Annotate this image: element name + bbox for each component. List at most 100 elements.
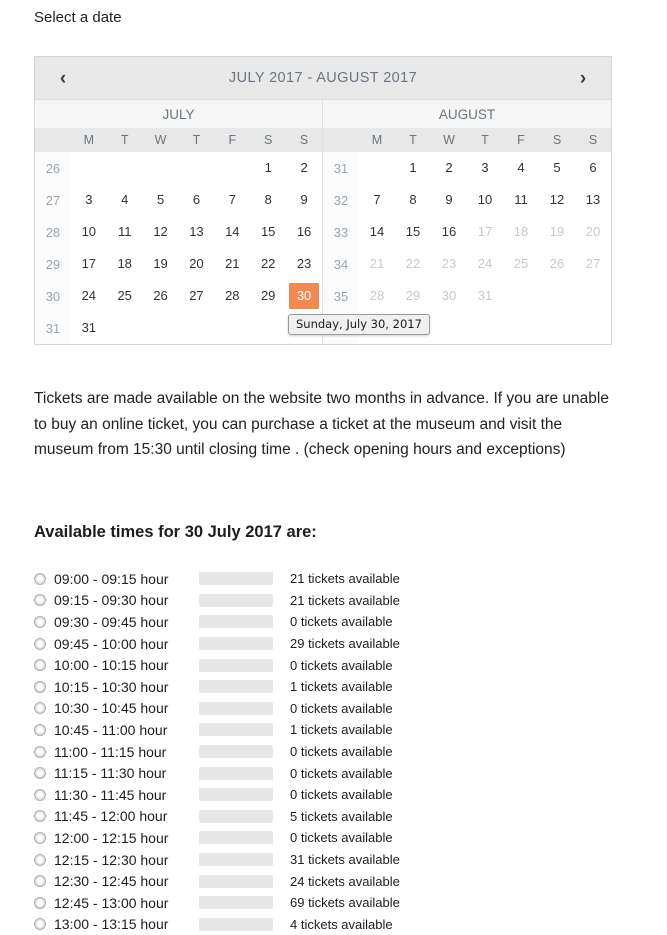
calendar-day[interactable]: 11 xyxy=(503,184,539,216)
day-label xyxy=(74,155,104,181)
timeslot-radio[interactable] xyxy=(34,681,46,693)
timeslot-row[interactable]: 10:00 - 10:15 hour0 tickets available xyxy=(34,654,634,676)
calendar-day[interactable]: 13 xyxy=(179,216,215,248)
timeslot-row[interactable]: 13:00 - 13:15 hour4 tickets available xyxy=(34,914,634,935)
calendar-day[interactable]: 1 xyxy=(250,152,286,184)
timeslot-radio[interactable] xyxy=(34,616,46,628)
timeslot-row[interactable]: 09:45 - 10:00 hour29 tickets available xyxy=(34,633,634,655)
calendar-day[interactable]: 10 xyxy=(71,216,107,248)
timeslot-radio[interactable] xyxy=(34,897,46,909)
calendar-week-row: 273456789 xyxy=(35,184,322,216)
day-label: 5 xyxy=(542,155,572,181)
timeslot-row[interactable]: 10:15 - 10:30 hour1 tickets available xyxy=(34,676,634,698)
calendar-day[interactable]: 29 xyxy=(250,280,286,312)
calendar-day[interactable]: 17 xyxy=(71,248,107,280)
calendar-day[interactable]: 23 xyxy=(286,248,322,280)
calendar-day[interactable]: 16 xyxy=(286,216,322,248)
calendar-day[interactable]: 4 xyxy=(107,184,143,216)
timeslot-row[interactable]: 11:15 - 11:30 hour0 tickets available xyxy=(34,762,634,784)
timeslot-radio[interactable] xyxy=(34,789,46,801)
timeslot-row[interactable]: 09:30 - 09:45 hour0 tickets available xyxy=(34,611,634,633)
day-label: 3 xyxy=(74,187,104,213)
calendar-day[interactable]: 20 xyxy=(179,248,215,280)
chevron-right-icon[interactable]: › xyxy=(573,69,593,88)
calendar-day[interactable]: 2 xyxy=(286,152,322,184)
timeslot-radio[interactable] xyxy=(34,854,46,866)
calendar-day[interactable]: 8 xyxy=(395,184,431,216)
day-label: 25 xyxy=(506,251,536,277)
calendar-day[interactable]: 15 xyxy=(250,216,286,248)
calendar-day-selected[interactable]: 30 xyxy=(286,280,322,312)
timeslot-row[interactable]: 11:45 - 12:00 hour5 tickets available xyxy=(34,806,634,828)
calendar-day[interactable]: 15 xyxy=(395,216,431,248)
timeslot-radio[interactable] xyxy=(34,875,46,887)
calendar-day[interactable]: 21 xyxy=(214,248,250,280)
calendar-day[interactable]: 13 xyxy=(575,184,611,216)
day-label: 9 xyxy=(289,187,319,213)
day-label: 15 xyxy=(398,219,428,245)
calendar-month-august: AUGUSTMTWTFSS31 123456327891011121333141… xyxy=(323,100,611,344)
calendar-day[interactable]: 16 xyxy=(431,216,467,248)
day-label: 16 xyxy=(289,219,319,245)
calendar-day[interactable]: 9 xyxy=(286,184,322,216)
calendar-day[interactable]: 2 xyxy=(431,152,467,184)
day-label: 11 xyxy=(506,187,536,213)
timeslot-row[interactable]: 12:15 - 12:30 hour31 tickets available xyxy=(34,849,634,871)
timeslot-radio[interactable] xyxy=(34,659,46,671)
calendar-day[interactable]: 8 xyxy=(250,184,286,216)
week-number: 31 xyxy=(323,152,359,184)
timeslot-radio[interactable] xyxy=(34,810,46,822)
timeslot-row[interactable]: 12:30 - 12:45 hour24 tickets available xyxy=(34,870,634,892)
calendar-day[interactable]: 1 xyxy=(395,152,431,184)
calendar-day[interactable]: 4 xyxy=(503,152,539,184)
timeslot-row[interactable]: 11:30 - 11:45 hour0 tickets available xyxy=(34,784,634,806)
calendar-day[interactable]: 18 xyxy=(107,248,143,280)
calendar-day[interactable]: 6 xyxy=(179,184,215,216)
timeslot-row[interactable]: 10:30 - 10:45 hour0 tickets available xyxy=(34,698,634,720)
calendar-day[interactable]: 6 xyxy=(575,152,611,184)
day-label: 8 xyxy=(398,187,428,213)
timeslot-radio[interactable] xyxy=(34,746,46,758)
calendar-day[interactable]: 26 xyxy=(143,280,179,312)
calendar-day[interactable]: 12 xyxy=(143,216,179,248)
calendar-day[interactable]: 7 xyxy=(359,184,395,216)
calendar-day[interactable]: 27 xyxy=(179,280,215,312)
timeslot-row[interactable]: 11:00 - 11:15 hour0 tickets available xyxy=(34,741,634,763)
calendar-day xyxy=(179,152,215,184)
timeslot-radio[interactable] xyxy=(34,702,46,714)
calendar-day[interactable]: 14 xyxy=(214,216,250,248)
timeslot-row[interactable]: 09:00 - 09:15 hour21 tickets available xyxy=(34,568,634,590)
calendar-day[interactable]: 5 xyxy=(539,152,575,184)
timeslot-radio[interactable] xyxy=(34,638,46,650)
calendar-day[interactable]: 12 xyxy=(539,184,575,216)
calendar-day[interactable]: 11 xyxy=(107,216,143,248)
calendar-day[interactable]: 22 xyxy=(250,248,286,280)
timeslot-radio[interactable] xyxy=(34,767,46,779)
calendar-day[interactable]: 7 xyxy=(214,184,250,216)
calendar-day[interactable]: 10 xyxy=(467,184,503,216)
timeslot-radio[interactable] xyxy=(34,594,46,606)
calendar-day[interactable]: 31 xyxy=(71,312,107,344)
calendar-day xyxy=(431,312,467,344)
day-label xyxy=(470,315,500,341)
timeslot-radio[interactable] xyxy=(34,918,46,930)
chevron-left-icon[interactable]: ‹ xyxy=(53,69,73,88)
calendar-day[interactable]: 25 xyxy=(107,280,143,312)
calendar-day[interactable]: 3 xyxy=(71,184,107,216)
calendar-day[interactable]: 28 xyxy=(214,280,250,312)
timeslot-row[interactable]: 12:45 - 13:00 hour69 tickets available xyxy=(34,892,634,914)
timeslot-radio[interactable] xyxy=(34,724,46,736)
calendar-day[interactable]: 3 xyxy=(467,152,503,184)
timeslot-row[interactable]: 10:45 - 11:00 hour1 tickets available xyxy=(34,719,634,741)
calendar-day[interactable]: 14 xyxy=(359,216,395,248)
timeslot-row[interactable]: 09:15 - 09:30 hour21 tickets available xyxy=(34,590,634,612)
timeslot-radio[interactable] xyxy=(34,832,46,844)
calendar-day: 23 xyxy=(431,248,467,280)
calendar-day[interactable]: 5 xyxy=(143,184,179,216)
timeslot-radio[interactable] xyxy=(34,573,46,585)
calendar-day[interactable]: 19 xyxy=(143,248,179,280)
month-grid: MTWTFSS26 122734567892810111213141516291… xyxy=(35,128,322,344)
calendar-day[interactable]: 9 xyxy=(431,184,467,216)
calendar-day[interactable]: 24 xyxy=(71,280,107,312)
timeslot-row[interactable]: 12:00 - 12:15 hour0 tickets available xyxy=(34,827,634,849)
